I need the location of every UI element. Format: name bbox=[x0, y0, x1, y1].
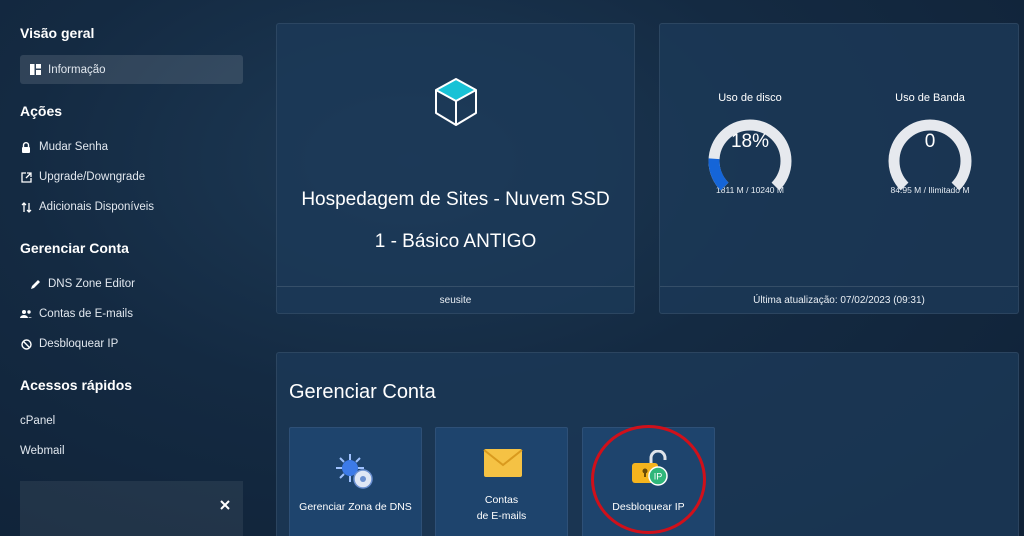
plan-card: Hospedagem de Sites - Nuvem SSD 1 - Bási… bbox=[276, 23, 635, 314]
disk-gauge-arc bbox=[708, 119, 792, 191]
lock-icon bbox=[20, 141, 32, 153]
sidebar-item-upgrade[interactable]: Upgrade/Downgrade bbox=[20, 167, 145, 187]
disk-usage-value: 18% bbox=[730, 131, 770, 152]
sidebar-item-informacao[interactable]: Informação bbox=[20, 55, 243, 84]
sidebar-item-label: Contas de E-mails bbox=[39, 308, 133, 320]
pencil-icon bbox=[29, 278, 41, 290]
tile-unblock-ip[interactable]: IP Desbloquear IP bbox=[582, 427, 715, 536]
envelope-icon bbox=[483, 448, 523, 483]
external-link-icon bbox=[20, 171, 32, 183]
sidebar: Visão geral Informação Ações Mudar Senha… bbox=[0, 0, 260, 536]
plan-title: Hospedagem de Sites - Nuvem SSD 1 - Bási… bbox=[301, 189, 610, 252]
sidebar-item-label: Informação bbox=[48, 63, 106, 76]
tile-dns-zone[interactable]: Gerenciar Zona de DNS bbox=[289, 427, 422, 536]
sidebar-item-label: Desbloquear IP bbox=[39, 338, 119, 350]
sidebar-item-label: Upgrade/Downgrade bbox=[39, 171, 146, 183]
manage-account-title: Gerenciar Conta bbox=[289, 381, 436, 403]
manage-account-card: Gerenciar Conta Gerenciar Zona de DNS Co… bbox=[276, 352, 1019, 536]
users-icon bbox=[20, 308, 32, 320]
tile-label: Desbloquear IP bbox=[612, 501, 685, 513]
disk-usage-label: Uso de disco bbox=[718, 92, 782, 104]
cube-icon bbox=[431, 76, 481, 133]
dns-zone-icon bbox=[334, 452, 378, 497]
svg-text:IP: IP bbox=[654, 472, 663, 482]
disk-usage-gauge: Uso de disco 18% 1811 M / 10240 M bbox=[690, 92, 810, 195]
bandwidth-usage-label: Uso de Banda bbox=[895, 92, 965, 104]
plan-footer: seusite bbox=[277, 286, 634, 313]
swap-icon bbox=[20, 201, 32, 213]
dashboard-icon bbox=[29, 64, 41, 76]
tile-label-line1: Contas bbox=[484, 494, 519, 506]
sidebar-item-label: Adicionais Disponíveis bbox=[39, 201, 155, 213]
usage-footer: Última atualização: 07/02/2023 (09:31) bbox=[660, 286, 1018, 313]
bandwidth-gauge-arc bbox=[888, 119, 972, 191]
actions-section-title: Ações bbox=[20, 103, 63, 119]
tile-email-accounts[interactable]: Contas de E-mails bbox=[435, 427, 568, 536]
sidebar-item-desbloquear-ip[interactable]: Desbloquear IP bbox=[20, 334, 118, 354]
quick-access-section-title: Acessos rápidos bbox=[20, 377, 133, 393]
sidebar-item-label: DNS Zone Editor bbox=[48, 278, 135, 290]
unlock-ip-icon: IP bbox=[629, 449, 671, 493]
sidebar-item-dns-zone-editor[interactable]: DNS Zone Editor bbox=[29, 274, 135, 294]
sidebar-item-mudar-senha[interactable]: Mudar Senha bbox=[20, 137, 108, 157]
manage-section-title: Gerenciar Conta bbox=[20, 240, 129, 256]
tile-label: Gerenciar Zona de DNS bbox=[299, 501, 412, 513]
sidebar-item-label: Mudar Senha bbox=[39, 141, 109, 153]
usage-card: Uso de disco 18% 1811 M / 10240 M Uso de… bbox=[659, 23, 1019, 314]
bandwidth-usage-value: 0 bbox=[924, 131, 936, 152]
quick-link-cpanel[interactable]: cPanel bbox=[20, 415, 55, 427]
sidebar-item-adicionais[interactable]: Adicionais Disponíveis bbox=[20, 197, 154, 217]
tile-label-line2: de E-mails bbox=[476, 510, 527, 522]
ban-icon bbox=[20, 338, 32, 350]
sidebar-item-contas-emails[interactable]: Contas de E-mails bbox=[20, 304, 133, 324]
promo-box bbox=[20, 481, 243, 536]
bandwidth-usage-gauge: Uso de Banda 0 84.95 M / Ilimitado M bbox=[870, 92, 990, 195]
close-icon[interactable] bbox=[219, 498, 231, 510]
quick-link-webmail[interactable]: Webmail bbox=[20, 445, 65, 457]
overview-section-title: Visão geral bbox=[20, 25, 95, 41]
